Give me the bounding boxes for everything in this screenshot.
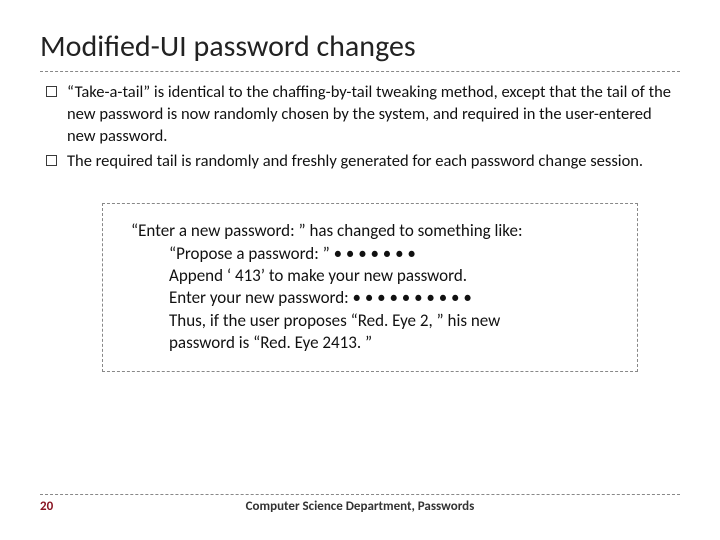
- bullet-item: The required tail is randomly and freshl…: [40, 151, 680, 173]
- example-intro: “Enter a new password: ” has changed to …: [131, 220, 615, 242]
- bullet-list: “Take-a-tail” is identical to the chaffi…: [40, 82, 680, 173]
- footer-dept: Computer Science Department, Passwords: [80, 499, 640, 514]
- example-line: “Propose a password: ” • • • • • • •: [131, 243, 615, 265]
- page-number: 20: [40, 499, 80, 514]
- checkbox-icon: [46, 155, 57, 166]
- example-box-wrap: “Enter a new password: ” has changed to …: [102, 203, 638, 372]
- example-line: Enter your new password: • • • • • • • •…: [131, 287, 615, 309]
- footer-rule: [40, 494, 680, 495]
- example-line: Append ‘ 413’ to make your new password.: [131, 265, 615, 287]
- example-box: “Enter a new password: ” has changed to …: [102, 203, 638, 372]
- example-line: password is “Red. Eye 2413. ”: [131, 332, 615, 354]
- example-line: Thus, if the user proposes “Red. Eye 2, …: [131, 310, 615, 332]
- footer: 20 Computer Science Department, Password…: [40, 494, 680, 514]
- slide: Modified-UI password changes “Take-a-tai…: [0, 0, 720, 540]
- bullet-text: “Take-a-tail” is identical to the chaffi…: [67, 82, 680, 147]
- checkbox-icon: [46, 86, 57, 97]
- bullet-text: The required tail is randomly and freshl…: [67, 151, 680, 173]
- footer-row: 20 Computer Science Department, Password…: [40, 499, 680, 514]
- bullet-item: “Take-a-tail” is identical to the chaffi…: [40, 82, 680, 147]
- title-rule: [40, 71, 680, 72]
- slide-title: Modified-UI password changes: [40, 28, 680, 65]
